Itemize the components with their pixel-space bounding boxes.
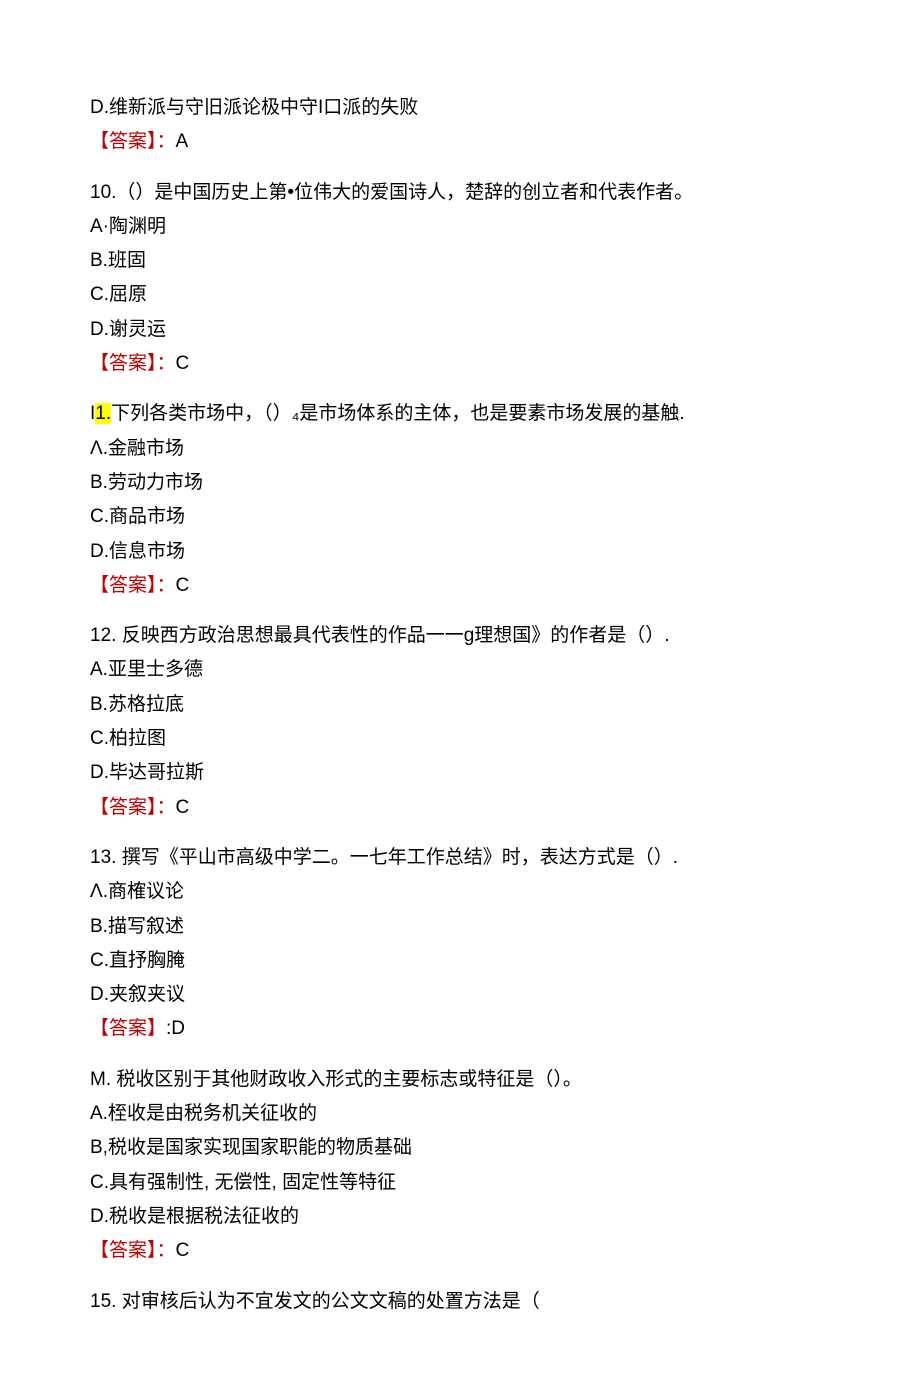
question-number: 13. bbox=[90, 847, 116, 868]
option-c: C.直抒胸腌 bbox=[90, 945, 830, 977]
answer-value: :D bbox=[166, 1018, 185, 1039]
option-a: A.亚里士多德 bbox=[90, 654, 830, 686]
question-stem: I1.下列各类市场中，（）₄是市场体系的主体，也是要素市场发展的基触. bbox=[90, 398, 830, 430]
answer-value: C bbox=[176, 797, 190, 818]
question-number: M. bbox=[90, 1069, 111, 1090]
question-12: 12. 反映西方政治思想最具代表性的作品一一g理想国》的作者是（）. A.亚里士… bbox=[90, 620, 830, 824]
answer-value: C bbox=[176, 575, 190, 596]
question-13: 13. 撰写《平山市高级中学二。一七年工作总结》时，表达方式是（）. Λ.商榷议… bbox=[90, 842, 830, 1046]
stem-text: 对审核后认为不宜发文的公文文稿的处置方法是（ bbox=[116, 1291, 539, 1312]
question-stem: 15. 对审核后认为不宜发文的公文文稿的处置方法是（ bbox=[90, 1286, 830, 1318]
option-a: Λ.金融市场 bbox=[90, 433, 830, 465]
answer-label: 【答案】： bbox=[90, 797, 176, 818]
stem-text: 下列各类市场中，（）₄是市场体系的主体，也是要素市场发展的基触. bbox=[111, 403, 685, 424]
question-stem: 12. 反映西方政治思想最具代表性的作品一一g理想国》的作者是（）. bbox=[90, 620, 830, 652]
option-c: C.屈原 bbox=[90, 279, 830, 311]
option-d: D.信息市场 bbox=[90, 536, 830, 568]
option-a: Λ.商榷议论 bbox=[90, 876, 830, 908]
document-page: { "q9_fragment": { "option_d": "D.维新派与守旧… bbox=[0, 0, 920, 1400]
answer-label: 【答案】： bbox=[90, 575, 176, 596]
option-d: D.毕达哥拉斯 bbox=[90, 757, 830, 789]
question-9-fragment: D.维新派与守旧派论极中守I口派的失败 【答案】：A bbox=[90, 92, 830, 159]
option-d: D.维新派与守旧派论极中守I口派的失败 bbox=[90, 92, 830, 124]
stem-text: 撰写《平山市高级中学二。一七年工作总结》时，表达方式是（）. bbox=[116, 847, 678, 868]
answer-line: 【答案】：C bbox=[90, 792, 830, 824]
option-d: D.谢灵运 bbox=[90, 314, 830, 346]
option-b: B,税收是国家实现国家职能的物质基础 bbox=[90, 1132, 830, 1164]
answer-line: 【答案】：C bbox=[90, 348, 830, 380]
answer-label: 【答案】： bbox=[90, 131, 176, 152]
question-10: 10.（）是中国历史上第•位伟大的爱国诗人，楚辞的创立者和代表作者。 A·陶渊明… bbox=[90, 177, 830, 381]
question-11: I1.下列各类市场中，（）₄是市场体系的主体，也是要素市场发展的基触. Λ.金融… bbox=[90, 398, 830, 602]
stem-text: 税收区别于其他财政收入形式的主要标志或特征是（）。 bbox=[111, 1069, 582, 1090]
answer-line: 【答案】：C bbox=[90, 1235, 830, 1267]
stem-text: 反映西方政治思想最具代表性的作品一一g理想国》的作者是（）. bbox=[116, 625, 669, 646]
answer-label: 【答案】 bbox=[90, 1018, 166, 1039]
option-b: B.班固 bbox=[90, 245, 830, 277]
question-stem: 13. 撰写《平山市高级中学二。一七年工作总结》时，表达方式是（）. bbox=[90, 842, 830, 874]
answer-value: A bbox=[176, 131, 189, 152]
question-stem: M. 税收区别于其他财政收入形式的主要标志或特征是（）。 bbox=[90, 1064, 830, 1096]
option-a: A·陶渊明 bbox=[90, 211, 830, 243]
option-d: D.夹叙夹议 bbox=[90, 979, 830, 1011]
question-number: 12. bbox=[90, 625, 116, 646]
option-a: A.桎收是由税务机关征收的 bbox=[90, 1098, 830, 1130]
stem-text: （）是中国历史上第•位伟大的爱国诗人，楚辞的创立者和代表作者。 bbox=[116, 182, 693, 203]
option-b: B.劳动力市场 bbox=[90, 467, 830, 499]
answer-value: C bbox=[176, 1240, 190, 1261]
answer-line: 【答案】:D bbox=[90, 1013, 830, 1045]
option-c: C.商品市场 bbox=[90, 501, 830, 533]
question-number: 10. bbox=[90, 182, 116, 203]
option-d: D.税收是根据税法征收的 bbox=[90, 1201, 830, 1233]
question-stem: 10.（）是中国历史上第•位伟大的爱国诗人，楚辞的创立者和代表作者。 bbox=[90, 177, 830, 209]
question-14: M. 税收区别于其他财政收入形式的主要标志或特征是（）。 A.桎收是由税务机关征… bbox=[90, 1064, 830, 1268]
question-number: 15. bbox=[90, 1291, 116, 1312]
answer-label: 【答案】： bbox=[90, 1240, 176, 1261]
question-number-highlight: 1. bbox=[95, 403, 111, 424]
answer-line: 【答案】：A bbox=[90, 126, 830, 158]
question-15: 15. 对审核后认为不宜发文的公文文稿的处置方法是（ bbox=[90, 1286, 830, 1318]
answer-line: 【答案】：C bbox=[90, 570, 830, 602]
option-c: C.具有强制性, 无偿性, 固定性等特征 bbox=[90, 1167, 830, 1199]
answer-label: 【答案】： bbox=[90, 353, 176, 374]
answer-value: C bbox=[176, 353, 190, 374]
option-b: B.描写叙述 bbox=[90, 911, 830, 943]
option-c: C.柏拉图 bbox=[90, 723, 830, 755]
option-b: B.苏格拉底 bbox=[90, 689, 830, 721]
